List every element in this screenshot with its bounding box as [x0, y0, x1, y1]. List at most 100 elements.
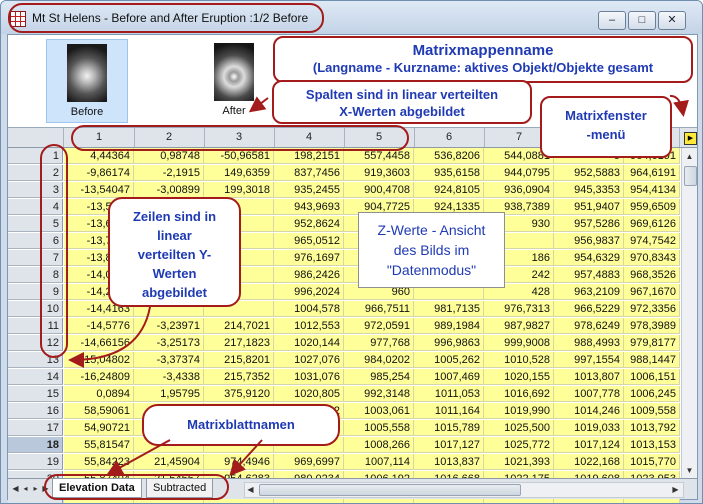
matrix-cell[interactable]: 952,8624	[274, 216, 344, 232]
matrix-cell[interactable]: 21,45904	[134, 454, 204, 470]
matrix-cell[interactable]: 954,6329	[554, 250, 624, 266]
matrix-cell[interactable]: 997,1554	[554, 352, 624, 368]
matrix-cell[interactable]: 1007,778	[554, 386, 624, 402]
matrix-cell[interactable]: 954,4134	[624, 182, 680, 198]
matrix-cell[interactable]: 55,84223	[64, 454, 134, 470]
matrix-cell[interactable]: 996,2024	[274, 284, 344, 300]
column-header[interactable]: 6	[414, 128, 485, 147]
matrix-cell[interactable]: 959,6509	[624, 199, 680, 215]
matrix-cell[interactable]: 976,7313	[484, 301, 554, 317]
matrix-cell[interactable]: 966,7511	[344, 301, 414, 317]
matrix-cell[interactable]: 964,6191	[624, 165, 680, 181]
matrix-cell[interactable]: 536,8206	[414, 148, 484, 164]
matrix-cell[interactable]: 974,7542	[624, 233, 680, 249]
matrix-cell[interactable]: 1005,558	[344, 420, 414, 436]
row-header[interactable]: 16	[8, 403, 63, 419]
matrix-cell[interactable]: 972,3356	[624, 301, 680, 317]
scroll-right-icon[interactable]: ▶	[671, 483, 680, 496]
matrix-cell[interactable]: 0,0894	[64, 386, 134, 402]
matrix-cell[interactable]: 967,1670	[624, 284, 680, 300]
matrix-cell[interactable]: 1025,772	[484, 437, 554, 453]
matrix-window-menu-button[interactable]: ▶	[684, 132, 697, 145]
matrix-cell[interactable]: -14,66156	[64, 335, 134, 351]
matrix-cell[interactable]: 1,95795	[134, 386, 204, 402]
matrix-cell[interactable]: 924,8105	[414, 182, 484, 198]
matrix-cell[interactable]: 976,1697	[274, 250, 344, 266]
matrix-cell[interactable]: 58,59061	[64, 403, 134, 419]
matrix-cell[interactable]: -3,25173	[134, 335, 204, 351]
matrix-cell[interactable]: 936,0904	[484, 182, 554, 198]
matrix-cell[interactable]: -15,04802	[64, 352, 134, 368]
matrix-cell[interactable]: 989,1984	[414, 318, 484, 334]
matrix-cell[interactable]: 1027,076	[274, 352, 344, 368]
matrix-cell[interactable]: 1014,246	[554, 403, 624, 419]
scroll-down-icon[interactable]: ▼	[683, 463, 696, 478]
matrix-cell[interactable]: -3,4338	[134, 369, 204, 385]
maximize-button[interactable]: □	[628, 11, 656, 30]
matrix-cell[interactable]: 1010,528	[484, 352, 554, 368]
row-header[interactable]: 17	[8, 420, 63, 436]
matrix-cell[interactable]: 1003,061	[344, 403, 414, 419]
matrix-cell[interactable]: 1013,807	[554, 369, 624, 385]
matrix-cell[interactable]: 957,5286	[554, 216, 624, 232]
matrix-cell[interactable]: -14,5776	[64, 318, 134, 334]
matrix-cell[interactable]: 215,7352	[204, 369, 274, 385]
prev-sheet-icon[interactable]: ◂	[21, 482, 30, 495]
matrix-cell[interactable]: 1008,266	[344, 437, 414, 453]
row-header[interactable]: 14	[8, 369, 63, 385]
first-sheet-icon[interactable]: ◀	[11, 482, 20, 495]
matrix-cell[interactable]: 981,7135	[414, 301, 484, 317]
matrix-cell[interactable]: 199,3018	[204, 182, 274, 198]
close-button[interactable]: ✕	[658, 11, 686, 30]
matrix-cell[interactable]: 984,0202	[344, 352, 414, 368]
matrix-cell[interactable]: -3,37374	[134, 352, 204, 368]
matrix-cell[interactable]: 1006,151	[624, 369, 680, 385]
matrix-cell[interactable]: 1004,578	[274, 301, 344, 317]
matrix-cell[interactable]: 1012,553	[274, 318, 344, 334]
scroll-left-icon[interactable]: ◀	[246, 483, 255, 496]
matrix-cell[interactable]: 987,9827	[484, 318, 554, 334]
matrix-cell[interactable]: 1011,164	[414, 403, 484, 419]
matrix-cell[interactable]: 972,0591	[344, 318, 414, 334]
matrix-cell[interactable]: 900,4708	[344, 182, 414, 198]
matrix-cell[interactable]: 54,90721	[64, 420, 134, 436]
matrix-cell[interactable]: 1021,393	[484, 454, 554, 470]
thumbnail-after[interactable]: After	[194, 39, 274, 121]
matrix-cell[interactable]: 1013,837	[414, 454, 484, 470]
matrix-cell[interactable]: 986,2426	[274, 267, 344, 283]
matrix-cell[interactable]: 1005,262	[414, 352, 484, 368]
matrix-cell[interactable]: 988,4993	[554, 335, 624, 351]
matrix-cell[interactable]: 1015,770	[624, 454, 680, 470]
matrix-cell[interactable]: 966,5229	[554, 301, 624, 317]
matrix-cell[interactable]: 996,9863	[414, 335, 484, 351]
matrix-cell[interactable]: -13,54047	[64, 182, 134, 198]
matrix-cell[interactable]: 935,2455	[274, 182, 344, 198]
horizontal-scrollbar[interactable]: ◀ ▶	[244, 482, 684, 498]
matrix-cell[interactable]: 1019,033	[554, 420, 624, 436]
matrix-cell[interactable]: 935,6158	[414, 165, 484, 181]
matrix-cell[interactable]: 1022,168	[554, 454, 624, 470]
matrix-cell[interactable]: 214,7021	[204, 318, 274, 334]
matrix-cell[interactable]: 1006,245	[624, 386, 680, 402]
matrix-cell[interactable]: 1007,469	[414, 369, 484, 385]
matrix-cell[interactable]: 988,1447	[624, 352, 680, 368]
matrix-cell[interactable]: 945,3353	[554, 182, 624, 198]
scroll-thumb[interactable]	[259, 484, 521, 496]
matrix-cell[interactable]: 1025,500	[484, 420, 554, 436]
matrix-cell[interactable]: -2,1915	[134, 165, 204, 181]
matrix-cell[interactable]: 977,768	[344, 335, 414, 351]
matrix-cell[interactable]: 969,6126	[624, 216, 680, 232]
matrix-cell[interactable]: 217,1823	[204, 335, 274, 351]
matrix-cell[interactable]: 1011,053	[414, 386, 484, 402]
matrix-cell[interactable]: 943,9693	[274, 199, 344, 215]
matrix-cell[interactable]: 837,7456	[274, 165, 344, 181]
matrix-cell[interactable]: 965,0512	[274, 233, 344, 249]
matrix-cell[interactable]: 978,3989	[624, 318, 680, 334]
matrix-cell[interactable]: 992,3148	[344, 386, 414, 402]
matrix-cell[interactable]: 944,0795	[484, 165, 554, 181]
matrix-cell[interactable]: 969,6997	[274, 454, 344, 470]
matrix-cell[interactable]: 978,6249	[554, 318, 624, 334]
row-header[interactable]: 18	[8, 437, 63, 453]
matrix-cell[interactable]: 1013,792	[624, 420, 680, 436]
matrix-cell[interactable]: 1017,124	[554, 437, 624, 453]
